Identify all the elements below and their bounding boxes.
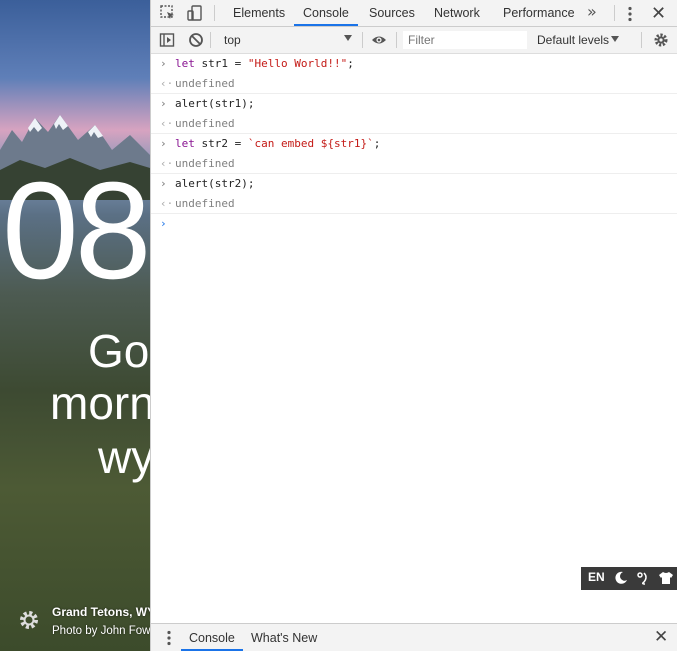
drawer-tab-whats-new[interactable]: What's New: [251, 624, 317, 650]
tab-performance[interactable]: Performance: [503, 0, 575, 26]
filter-input[interactable]: [403, 31, 527, 49]
console-prompt[interactable]: ›: [151, 214, 677, 234]
tab-network[interactable]: Network: [434, 0, 480, 26]
output-arrow-icon: ‹·: [160, 116, 174, 130]
console-output-line[interactable]: ‹· undefined: [151, 154, 677, 174]
code-text: alert(str2);: [175, 177, 255, 190]
input-chevron-icon: ›: [160, 137, 167, 150]
thermometer-icon[interactable]: [636, 571, 650, 585]
console-output-line[interactable]: ‹· undefined: [151, 114, 677, 134]
inspect-element-icon[interactable]: [159, 4, 177, 22]
output-arrow-icon: ‹·: [160, 196, 174, 210]
console-result-text: undefined: [175, 156, 235, 170]
tab-console[interactable]: Console: [294, 0, 358, 26]
photo-credit[interactable]: Photo by John Fow: [52, 625, 150, 637]
code-string: "Hello World!!": [247, 57, 348, 70]
context-selector[interactable]: top: [215, 30, 360, 50]
toolbar-divider-3: [396, 32, 397, 48]
gear-icon[interactable]: [18, 609, 40, 631]
tabbar-divider: [214, 5, 215, 21]
input-chevron-icon: ›: [160, 177, 167, 190]
console-result-text: undefined: [175, 196, 235, 210]
show-sidebar-icon[interactable]: [159, 32, 175, 48]
console-input-line[interactable]: › alert(str2);: [151, 174, 677, 194]
console-toolbar: top Default levels: [151, 27, 677, 54]
tabbar-divider-right: [614, 5, 615, 21]
code-keyword: let: [175, 57, 195, 70]
gear-icon[interactable]: [653, 32, 669, 48]
drawer-tab-console[interactable]: Console: [181, 624, 243, 651]
code-string: `can embed ${str1}`: [247, 137, 374, 150]
console-input-line[interactable]: › let str2 = `can embed ${str1}`;: [151, 134, 677, 154]
toolbar-divider-4: [641, 32, 642, 48]
output-arrow-icon: ‹·: [160, 76, 174, 90]
chevron-down-icon: [611, 36, 619, 42]
greeting-line-1: Go: [88, 325, 150, 377]
devtools-panel: Elements Console Sources Network Perform…: [150, 0, 677, 651]
console-output-line[interactable]: ‹· undefined: [151, 74, 677, 94]
new-tab-background: 08 Go morn wy Grand Tetons, WY Photo by …: [0, 0, 150, 651]
console-result-text: undefined: [175, 116, 235, 130]
console-input-line[interactable]: › let str1 = "Hello World!!";: [151, 54, 677, 74]
clear-console-icon[interactable]: [188, 32, 204, 48]
tab-elements[interactable]: Elements: [233, 0, 285, 26]
code-text: str1 =: [194, 57, 248, 70]
code-keyword: let: [175, 137, 195, 150]
customize-menu-icon[interactable]: [627, 6, 633, 22]
chevron-down-icon: [344, 35, 352, 41]
input-chevron-icon: ›: [160, 97, 167, 110]
tab-sources[interactable]: Sources: [369, 0, 415, 26]
prompt-chevron-icon: ›: [160, 217, 167, 230]
greeting-line-3: wy: [98, 431, 150, 483]
console-output[interactable]: › let str1 = "Hello World!!"; ‹· undefined ›…: [151, 54, 677, 622]
drawer-menu-icon[interactable]: [166, 630, 172, 646]
language-label[interactable]: EN: [588, 570, 605, 584]
eye-icon[interactable]: [371, 32, 387, 48]
input-chevron-icon: ›: [160, 57, 167, 70]
toolbar-divider: [210, 32, 211, 48]
console-result-text: undefined: [175, 76, 235, 90]
shirt-icon[interactable]: [658, 571, 674, 585]
more-tabs-button[interactable]: »: [587, 2, 597, 21]
devtools-tabbar: Elements Console Sources Network Perform…: [151, 0, 677, 27]
moon-icon[interactable]: [614, 571, 628, 585]
close-devtools-button[interactable]: ✕: [651, 3, 666, 24]
device-toolbar-icon[interactable]: [186, 4, 204, 22]
extension-widget: EN: [581, 567, 677, 590]
bottom-drawer: Console What's New ✕: [151, 623, 677, 651]
greeting-line-2: morn: [50, 377, 150, 429]
clock-display: 08: [2, 154, 150, 308]
photo-location[interactable]: Grand Tetons, WY: [52, 605, 150, 619]
code-text: alert(str1);: [175, 97, 255, 110]
log-levels-dropdown[interactable]: Default levels: [537, 30, 609, 50]
output-arrow-icon: ‹·: [160, 156, 174, 170]
console-output-line[interactable]: ‹· undefined: [151, 194, 677, 214]
code-text: ;: [347, 57, 354, 70]
toolbar-divider-2: [362, 32, 363, 48]
code-text: str2 =: [194, 137, 248, 150]
close-drawer-button[interactable]: ✕: [654, 627, 668, 647]
code-text: ;: [373, 137, 381, 150]
console-input-line[interactable]: › alert(str1);: [151, 94, 677, 114]
